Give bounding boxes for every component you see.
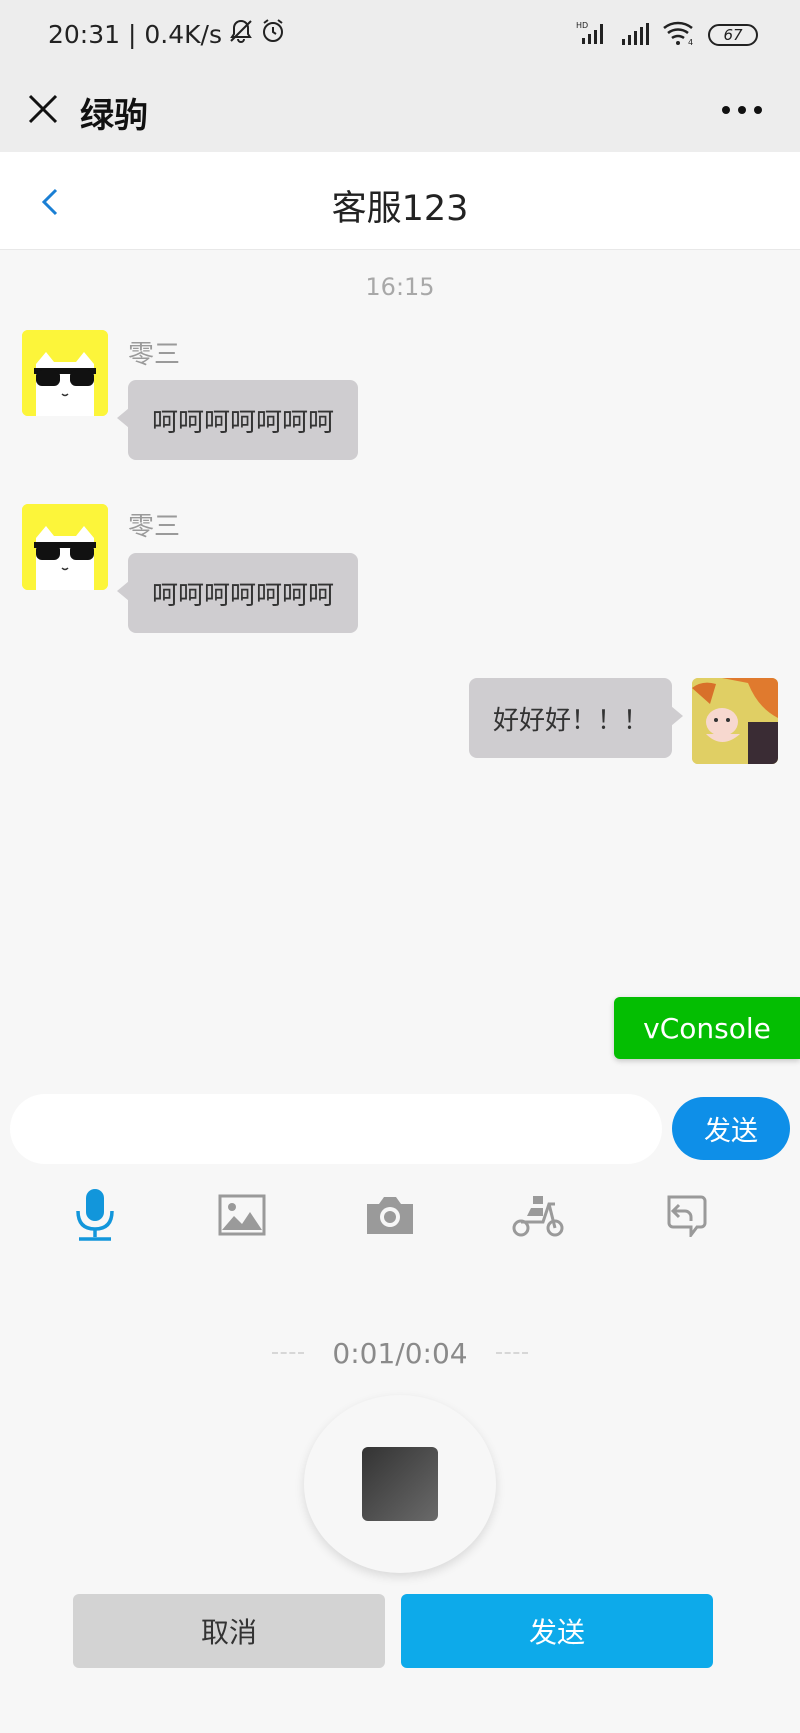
chat-title: 客服123 xyxy=(331,189,469,229)
send-voice-button[interactable]: 发送 xyxy=(401,1594,713,1668)
image-icon[interactable] xyxy=(209,1182,275,1248)
stop-icon[interactable] xyxy=(362,1447,438,1521)
signal-hd-icon: HD xyxy=(576,20,608,50)
mute-bell-icon xyxy=(228,18,254,50)
svg-text:HD: HD xyxy=(576,21,588,30)
message-bubble[interactable]: 呵呵呵呵呵呵呵 xyxy=(117,380,358,460)
divider xyxy=(272,1352,305,1354)
message-timestamp: 16:15 xyxy=(365,273,435,301)
avatar[interactable] xyxy=(22,504,108,590)
cancel-button[interactable]: 取消 xyxy=(73,1594,385,1668)
vconsole-button[interactable]: vConsole xyxy=(614,997,800,1059)
avatar[interactable] xyxy=(22,330,108,416)
record-control[interactable] xyxy=(304,1395,496,1573)
attachment-toolbar xyxy=(0,1182,800,1248)
close-icon[interactable] xyxy=(24,90,64,130)
battery-indicator: 67 xyxy=(708,24,758,46)
more-icon[interactable] xyxy=(720,94,764,126)
status-right: HD 4 67 xyxy=(576,20,758,50)
svg-text:4: 4 xyxy=(688,38,693,46)
message-bubble[interactable]: 呵呵呵呵呵呵呵 xyxy=(117,553,358,633)
status-bar: 20:31 | 0.4K/s HD 4 67 xyxy=(0,0,800,70)
recording-time: 0:01/0:04 xyxy=(332,1336,468,1370)
message-input[interactable] xyxy=(10,1094,662,1164)
webview-title: 绿驹 xyxy=(80,96,148,136)
alarm-clock-icon xyxy=(260,18,286,50)
divider xyxy=(495,1352,528,1354)
status-time: 20:31 | 0.4K/s xyxy=(48,19,222,49)
webview-header: 绿驹 xyxy=(0,70,800,152)
wifi-icon: 4 xyxy=(662,20,696,50)
signal-icon xyxy=(620,21,650,49)
avatar-self[interactable] xyxy=(692,678,778,764)
camera-icon[interactable] xyxy=(357,1182,423,1248)
mic-icon[interactable] xyxy=(62,1182,128,1248)
message-bubble-self[interactable]: 好好好！！！ xyxy=(469,678,683,758)
scooter-icon[interactable] xyxy=(505,1182,571,1248)
sender-name: 零三 xyxy=(128,512,181,542)
chat-header: 客服123 xyxy=(0,152,800,250)
sender-name: 零三 xyxy=(128,340,181,370)
recording-timer: 0:01/0:04 xyxy=(0,1333,800,1373)
undo-icon[interactable] xyxy=(652,1182,718,1248)
status-left: 20:31 | 0.4K/s xyxy=(48,18,286,50)
send-button[interactable]: 发送 xyxy=(672,1097,790,1160)
